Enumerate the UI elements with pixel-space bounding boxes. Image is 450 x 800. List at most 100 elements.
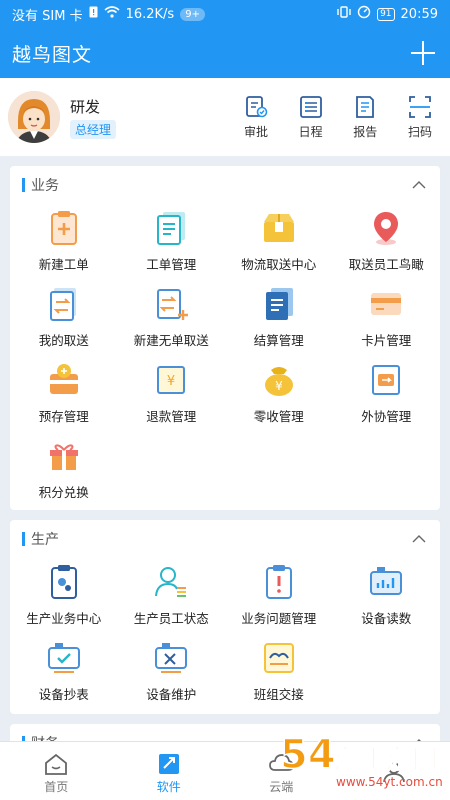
- gear-clipboard-icon: [44, 562, 84, 602]
- app-title: 越鸟图文: [12, 43, 93, 66]
- profile-panel: 研发 总经理 审批 日程 报告 扫码: [0, 78, 450, 156]
- grid-item-prepaid[interactable]: 预存管理: [10, 356, 118, 432]
- business-section: 业务 新建工单 工单管理 物流取送中心 取送员工鸟瞰 我的取送 新建无单取送 结…: [10, 166, 440, 510]
- quick-scan-label: 扫码: [407, 125, 432, 139]
- grid-item-logistics-center[interactable]: 物流取送中心: [225, 204, 333, 280]
- handover-icon: [259, 638, 299, 678]
- grid-item-label: 生产员工状态: [133, 611, 209, 626]
- grid-item-staff-status[interactable]: 生产员工状态: [118, 558, 226, 634]
- report-icon: [352, 94, 378, 120]
- settlement-icon: [259, 284, 299, 324]
- grid-item-label: 设备读数: [361, 611, 412, 626]
- tab-software[interactable]: 软件: [113, 748, 226, 795]
- coin-purse-icon: ¥: [259, 360, 299, 400]
- app-bar: 越鸟图文: [0, 28, 450, 78]
- my-delivery-icon: [44, 284, 84, 324]
- issue-icon: [259, 562, 299, 602]
- sim-icon: [89, 6, 98, 22]
- grid-item-label: 生产业务中心: [26, 611, 102, 626]
- tab-label: 首页: [44, 779, 69, 794]
- net-speed: 16.2K/s: [125, 6, 175, 22]
- grid-item-label: 设备维护: [146, 687, 197, 702]
- collapse-chevron-icon[interactable]: [412, 178, 426, 192]
- grid-item-my-delivery[interactable]: 我的取送: [10, 280, 118, 356]
- grid-item-shift-handover[interactable]: 班组交接: [225, 634, 333, 710]
- user-name: 研发: [70, 97, 101, 116]
- add-icon[interactable]: [410, 40, 436, 66]
- clock-text: 20:59: [400, 6, 438, 22]
- grid-item-label: 新建工单: [38, 257, 89, 272]
- quick-scan[interactable]: 扫码: [396, 94, 444, 140]
- grid-item-production-center[interactable]: 生产业务中心: [10, 558, 118, 634]
- grid-item-device-reading[interactable]: 设备读数: [333, 558, 441, 634]
- grid-item-order-manage[interactable]: 工单管理: [118, 204, 226, 280]
- quick-schedule-label: 日程: [298, 125, 323, 139]
- section-title: 业务: [31, 178, 59, 194]
- grid-item-label: 退款管理: [146, 409, 197, 424]
- section-title: 生产: [31, 532, 59, 548]
- grid-item-label: 外协管理: [361, 409, 412, 424]
- grid-item-label: 工单管理: [146, 257, 197, 272]
- grid-item-settlement[interactable]: 结算管理: [225, 280, 333, 356]
- grid-item-label: 零收管理: [253, 409, 304, 424]
- package-icon: [259, 208, 299, 248]
- grid-item-courier-overview[interactable]: 取送员工鸟瞰: [333, 204, 441, 280]
- svg-text:游手游网: 游手游网: [334, 745, 438, 775]
- meter-check-icon: [44, 638, 84, 678]
- avatar[interactable]: [8, 91, 60, 143]
- quick-report[interactable]: 报告: [341, 94, 389, 140]
- grid-item-label: 积分兑换: [38, 485, 89, 500]
- grid-item-device-maintain[interactable]: 设备维护: [118, 634, 226, 710]
- grid-item-label: 卡片管理: [361, 333, 412, 348]
- new-order-icon: [44, 208, 84, 248]
- tab-home[interactable]: 首页: [0, 748, 113, 795]
- grid-item-issue-manage[interactable]: 业务问题管理: [225, 558, 333, 634]
- card-icon: [366, 284, 406, 324]
- meter-icon: [366, 562, 406, 602]
- quick-actions: 审批 日程 报告 扫码: [232, 94, 450, 140]
- new-delivery-icon: [151, 284, 191, 324]
- quick-approve[interactable]: 审批: [232, 94, 280, 140]
- grid-item-label: 设备抄表: [38, 687, 89, 702]
- grid-item-label: 预存管理: [38, 409, 89, 424]
- maintenance-icon: [151, 638, 191, 678]
- battery-icon: 91: [377, 7, 395, 21]
- staff-status-icon: [151, 562, 191, 602]
- grid-item-card-manage[interactable]: 卡片管理: [333, 280, 441, 356]
- svg-text:www.54yt.com.cn: www.54yt.com.cn: [336, 775, 443, 789]
- schedule-icon: [298, 94, 324, 120]
- speedometer-icon: [357, 5, 371, 23]
- grid-item-label: 业务问题管理: [241, 611, 317, 626]
- grid-item-new-unlisted-delivery[interactable]: 新建无单取送: [118, 280, 226, 356]
- grid-item-retail-collect[interactable]: ¥ 零收管理: [225, 356, 333, 432]
- wifi-icon: [104, 6, 120, 22]
- quick-approve-label: 审批: [243, 125, 268, 139]
- grid-item-outsource[interactable]: 外协管理: [333, 356, 441, 432]
- location-pin-icon: [366, 208, 406, 248]
- grid-item-label: 物流取送中心: [241, 257, 317, 272]
- grid-item-label: 班组交接: [253, 687, 304, 702]
- watermark-logo: 54 游手游网 www.54yt.com.cn: [276, 724, 446, 794]
- prepaid-icon: [44, 360, 84, 400]
- quick-report-label: 报告: [353, 125, 378, 139]
- svg-text:54: 54: [280, 732, 336, 778]
- grid-item-meter-record[interactable]: 设备抄表: [10, 634, 118, 710]
- home-icon: [43, 752, 69, 776]
- software-icon: [156, 752, 182, 776]
- vibrate-icon: [337, 6, 351, 22]
- collapse-chevron-icon[interactable]: [412, 532, 426, 546]
- notification-badge: 9+: [180, 7, 205, 21]
- outsource-icon: [366, 360, 406, 400]
- grid-item-label: 取送员工鸟瞰: [348, 257, 424, 272]
- quick-schedule[interactable]: 日程: [287, 94, 335, 140]
- refund-icon: ¥: [151, 360, 191, 400]
- grid-item-points-redeem[interactable]: 积分兑换: [10, 432, 118, 508]
- grid-item-new-order[interactable]: 新建工单: [10, 204, 118, 280]
- order-manage-icon: [151, 208, 191, 248]
- svg-text:¥: ¥: [275, 379, 283, 393]
- scan-icon: [407, 94, 433, 120]
- carrier-text: 没有 SIM 卡: [12, 8, 83, 24]
- grid-item-label: 结算管理: [253, 333, 304, 348]
- production-section: 生产 生产业务中心 生产员工状态 业务问题管理 设备读数 设备抄表 设备维护 班…: [10, 520, 440, 714]
- grid-item-refund[interactable]: ¥ 退款管理: [118, 356, 226, 432]
